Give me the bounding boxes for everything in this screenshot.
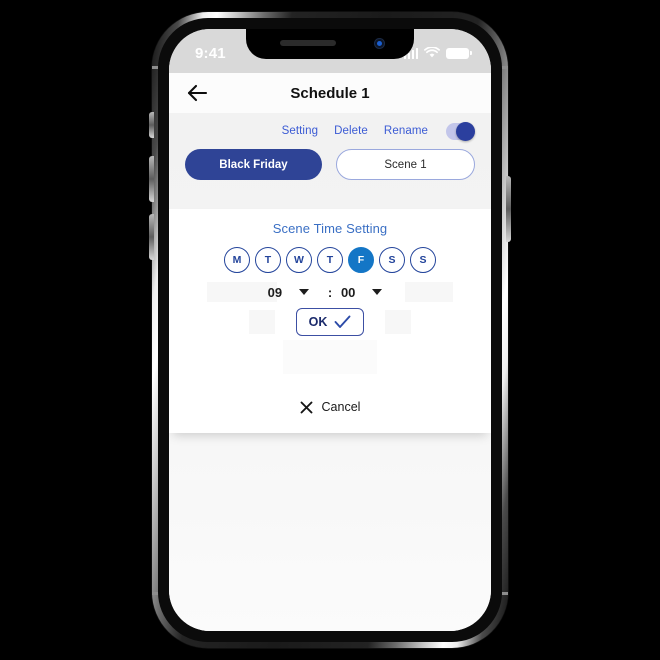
antenna-line [152, 66, 158, 69]
chevron-down-icon[interactable] [298, 289, 309, 295]
back-button[interactable] [175, 84, 219, 102]
day-toggle-sunday[interactable]: S [410, 247, 436, 273]
scene-button-label: Black Friday [219, 158, 288, 171]
battery-icon [446, 47, 472, 59]
time-slab-right [405, 282, 453, 302]
status-time: 9:41 [195, 44, 226, 62]
earpiece-speaker-icon [280, 40, 336, 46]
time-selector: 09 : 00 [183, 281, 477, 303]
check-icon [334, 315, 351, 328]
day-selector: M T W T F S S [183, 247, 477, 273]
notch [246, 29, 414, 59]
time-separator: : [327, 284, 333, 300]
minute-value[interactable]: 00 [337, 285, 359, 300]
wifi-icon [424, 47, 440, 58]
phone-bezel: 9:41 Schedule 1 Setting Delete Rename Bl… [158, 18, 502, 642]
power-button[interactable] [506, 176, 511, 242]
silent-switch[interactable] [149, 112, 154, 138]
chevron-down-icon[interactable] [372, 289, 383, 295]
cancel-button-label: Cancel [321, 400, 361, 414]
volume-up-button[interactable] [149, 156, 154, 202]
scene-row: Black Friday Scene 1 [169, 145, 491, 180]
antenna-line [152, 592, 158, 595]
antenna-line [502, 592, 508, 595]
day-label: T [264, 254, 272, 266]
day-toggle-friday[interactable]: F [348, 247, 374, 273]
time-picker-placeholder [283, 340, 377, 374]
ok-slab-right [385, 310, 411, 334]
day-toggle-monday[interactable]: M [224, 247, 250, 273]
volume-down-button[interactable] [149, 214, 154, 260]
status-icons [403, 47, 472, 59]
day-toggle-thursday[interactable]: T [317, 247, 343, 273]
phone-frame: 9:41 Schedule 1 Setting Delete Rename Bl… [152, 12, 508, 648]
ok-button-label: OK [308, 315, 328, 329]
day-label: S [388, 254, 396, 266]
action-row: Setting Delete Rename [169, 113, 491, 145]
day-toggle-tuesday[interactable]: T [255, 247, 281, 273]
ok-slab-left [249, 310, 275, 334]
toggle-knob [456, 121, 475, 141]
scene-button-label: Scene 1 [384, 158, 427, 171]
rename-toggle-switch[interactable] [446, 121, 475, 141]
app-body: Setting Delete Rename Black Friday Scene… [169, 113, 491, 631]
front-camera-icon [374, 38, 385, 49]
day-toggle-saturday[interactable]: S [379, 247, 405, 273]
cancel-button[interactable]: Cancel [183, 400, 477, 414]
back-arrow-icon [187, 84, 208, 102]
modal-overlay: Scene Time Setting M T W T F S S 09: 00… [169, 209, 491, 433]
day-label: M [232, 254, 242, 266]
antenna-line [502, 66, 508, 69]
close-x-icon [300, 401, 312, 413]
scene-time-setting-dialog: Scene Time Setting M T W T F S S 09: 00… [169, 209, 491, 433]
ok-button[interactable]: OK [295, 308, 365, 336]
hour-value[interactable]: 09 [264, 285, 286, 300]
scene-button-scene-1[interactable]: Scene 1 [336, 149, 475, 180]
nav-bar: Schedule 1 [169, 73, 491, 113]
rename-link[interactable]: Rename [384, 125, 428, 137]
phone-screen: 9:41 Schedule 1 Setting Delete Rename Bl… [169, 29, 491, 631]
dialog-title: Scene Time Setting [272, 221, 388, 236]
day-toggle-wednesday[interactable]: W [286, 247, 312, 273]
day-label: F [357, 254, 365, 266]
ok-button-row: OK [183, 308, 477, 336]
day-label: W [294, 254, 304, 266]
setting-link[interactable]: Setting [282, 125, 319, 137]
day-label: S [419, 254, 427, 266]
day-label: T [326, 254, 334, 266]
delete-link[interactable]: Delete [334, 125, 368, 137]
scene-button-black-friday[interactable]: Black Friday [185, 149, 322, 180]
